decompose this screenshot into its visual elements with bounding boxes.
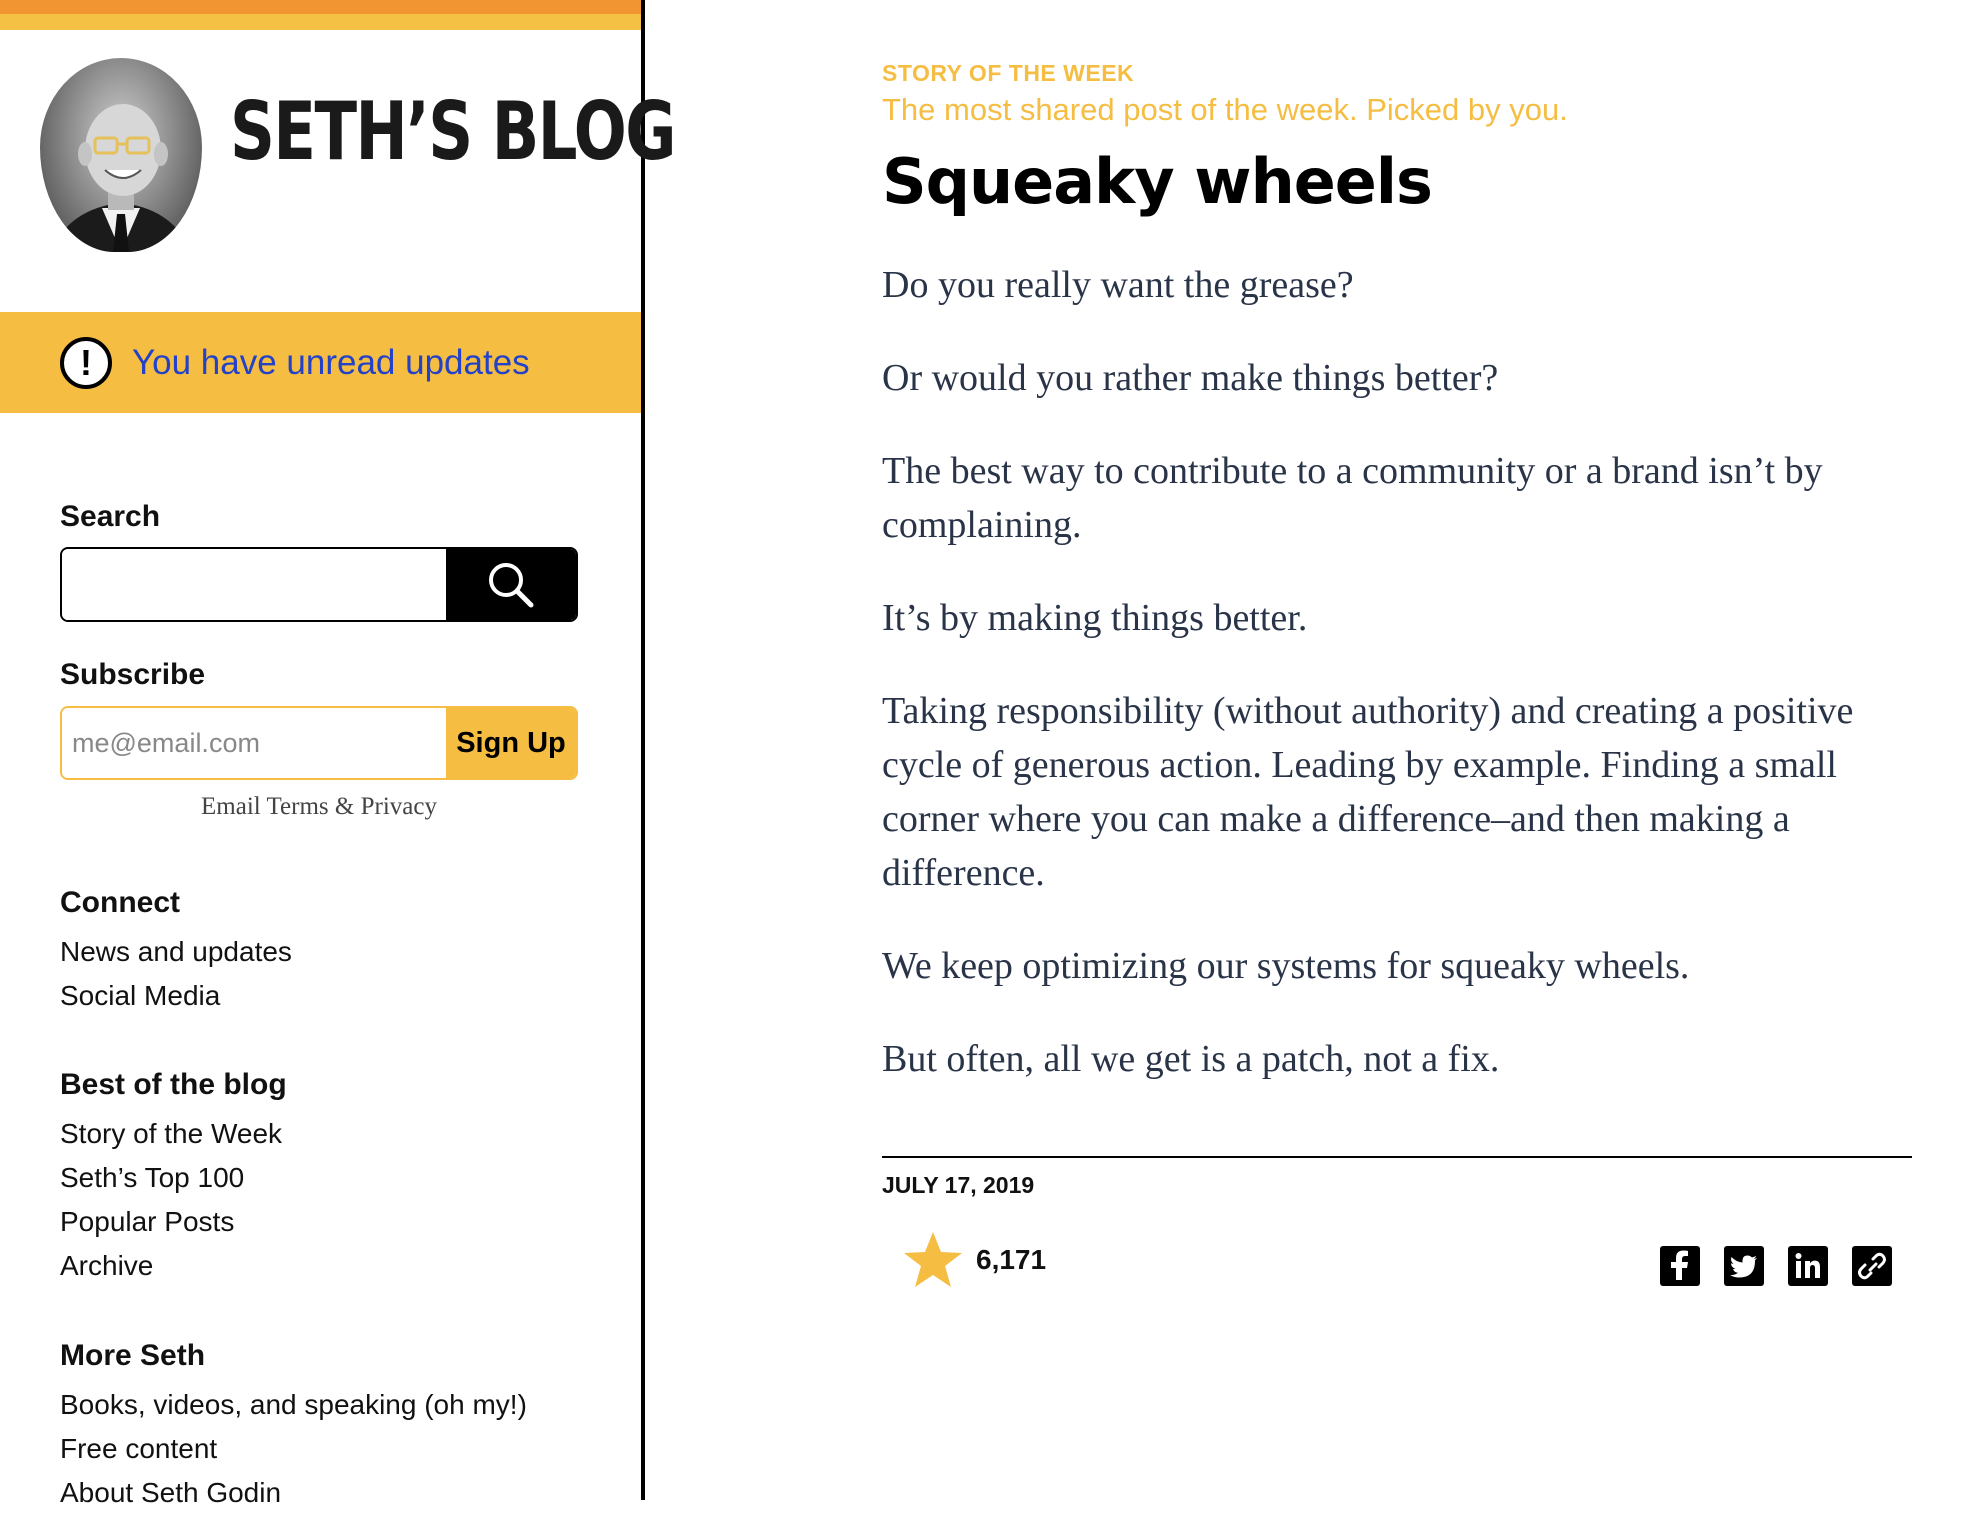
page: SETH’S BLOG ! You have unread updates Se…	[0, 0, 1980, 1508]
star-icon	[904, 1232, 962, 1287]
linkedin-icon[interactable]	[1788, 1246, 1828, 1286]
post-paragraph: It’s by making things better.	[882, 597, 1308, 639]
nav-link-archive[interactable]: Archive	[60, 1244, 287, 1288]
sidebar: SETH’S BLOG ! You have unread updates Se…	[0, 0, 676, 1508]
nav-link-social-media[interactable]: Social Media	[60, 974, 292, 1018]
facebook-icon[interactable]	[1660, 1246, 1700, 1286]
twitter-icon[interactable]	[1724, 1246, 1764, 1286]
post-date: JULY 17, 2019	[882, 1172, 1035, 1198]
email-field[interactable]	[62, 708, 446, 778]
search-icon	[489, 562, 534, 607]
post-paragraph: The best way to contribute to a communit…	[882, 450, 1823, 546]
unread-updates-link[interactable]: You have unread updates	[132, 343, 530, 383]
more-seth-heading: More Seth	[60, 1339, 206, 1372]
post-paragraph: Or would you rather make things better?	[882, 357, 1499, 399]
search-input[interactable]	[62, 549, 446, 620]
subscribe-heading: Subscribe	[60, 658, 206, 691]
exclamation-icon: !	[60, 336, 112, 389]
unread-updates-banner[interactable]: ! You have unread updates	[0, 312, 641, 413]
post-title[interactable]: Squeaky wheels	[882, 145, 1433, 218]
connect-heading: Connect	[60, 886, 180, 919]
post-divider	[882, 1156, 1912, 1158]
post-paragraph: Do you really want the grease?	[882, 264, 1354, 306]
nav-link-about-seth-godin[interactable]: About Seth Godin	[60, 1471, 527, 1515]
nav-link-free-content[interactable]: Free content	[60, 1427, 527, 1471]
nav-link-story-of-the-week[interactable]: Story of the Week	[60, 1112, 287, 1156]
author-portrait-image	[50, 104, 192, 252]
post-paragraph: But often, all we get is a patch, not a …	[882, 1038, 1500, 1080]
search-button[interactable]	[446, 549, 576, 620]
top-color-stripe	[0, 0, 641, 30]
post-paragraph: We keep optimizing our systems for squea…	[882, 945, 1690, 987]
nav-link-top-100[interactable]: Seth’s Top 100	[60, 1156, 287, 1200]
subscribe-form: Sign Up	[60, 706, 578, 780]
story-of-week-subtitle: The most shared post of the week. Picked…	[882, 92, 1568, 127]
nav-link-books-videos-speaking[interactable]: Books, videos, and speaking (oh my!)	[60, 1383, 527, 1427]
post-body: Do you really want the grease? Or would …	[882, 258, 1912, 1125]
email-terms-link[interactable]: Email Terms & Privacy	[60, 793, 578, 821]
best-of-blog-section: Best of the blog Story of the Week Seth’…	[60, 1068, 287, 1288]
sign-up-button[interactable]: Sign Up	[446, 708, 576, 778]
nav-link-news-and-updates[interactable]: News and updates	[60, 930, 292, 974]
best-of-blog-heading: Best of the blog	[60, 1068, 287, 1101]
share-icons	[1660, 1246, 1892, 1286]
more-seth-section: More Seth Books, videos, and speaking (o…	[60, 1339, 527, 1515]
nav-link-popular-posts[interactable]: Popular Posts	[60, 1200, 287, 1244]
search-heading: Search	[60, 500, 161, 533]
star-rating-button[interactable]: 6,171	[902, 1230, 1046, 1290]
author-avatar[interactable]	[40, 58, 202, 252]
search-form	[60, 547, 578, 622]
site-title[interactable]: SETH’S BLOG	[230, 92, 676, 172]
star-count: 6,171	[976, 1244, 1047, 1275]
post-paragraph: Taking responsibility (without authority…	[882, 690, 1854, 894]
link-icon[interactable]	[1852, 1246, 1892, 1286]
connect-section: Connect News and updates Social Media	[60, 886, 292, 1018]
story-of-week-label: STORY OF THE WEEK	[882, 60, 1135, 86]
